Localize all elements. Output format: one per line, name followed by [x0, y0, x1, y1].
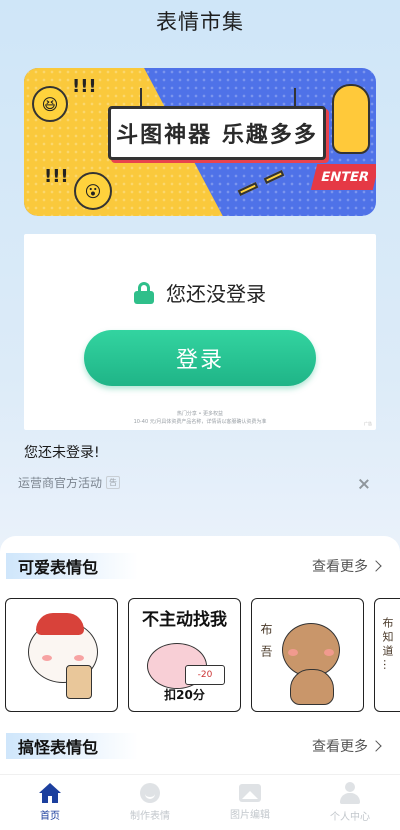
image-icon [239, 784, 261, 802]
operator-activity-link[interactable]: 运营商官方活动 告 [18, 474, 121, 491]
login-prompt: 您还没登录 [166, 282, 266, 306]
tab-make-sticker[interactable]: 制作表情 [100, 775, 200, 830]
exclaim-top: !!! [72, 76, 97, 97]
banner-sign: 斗图神器 乐趣多多 [108, 106, 326, 160]
pointing-hand-icon [332, 84, 370, 154]
sticker-caption-top: 不主动找我 [142, 610, 227, 630]
laughing-emoji-icon: 😆 [32, 86, 68, 122]
sticker-card[interactable]: 布知道… [374, 598, 400, 712]
tab-home[interactable]: 首页 [0, 775, 100, 830]
chevron-right-icon [370, 740, 382, 752]
view-more-label: 查看更多 [312, 559, 368, 575]
login-prompt-row: 您还没登录 [24, 278, 376, 307]
tab-label: 首页 [40, 811, 60, 822]
ad-corner-label: 广告 [364, 421, 372, 426]
not-logged-in-text: 您还未登录! [24, 445, 100, 461]
section-title-wrap: 搞怪表情包 [6, 733, 139, 759]
fine-print: 热门分享 • 更多权益 10-40 元/月具体资费产品名称，详情请以客服确认资费… [24, 410, 376, 426]
tab-label: 图片编辑 [230, 810, 270, 821]
sticker-side-text: 布 吾 [259, 623, 273, 660]
ad-tag: 告 [106, 476, 121, 489]
tab-label: 个人中心 [330, 812, 370, 823]
sign-string-left [140, 88, 142, 108]
login-button[interactable]: 登录 [84, 330, 316, 386]
sticker-card[interactable]: 不主动找我 -20 扣20分 [128, 598, 241, 712]
sign-string-right [294, 88, 296, 108]
close-icon[interactable] [358, 478, 370, 490]
enter-key: ENTER [310, 164, 376, 190]
tab-profile[interactable]: 个人中心 [300, 775, 400, 830]
fine-print-line1: 热门分享 • 更多权益 [176, 411, 224, 417]
promo-banner[interactable]: 斗图神器 乐趣多多 😆 😮 !!! !!! ENTER [24, 68, 376, 216]
tab-label: 制作表情 [130, 811, 170, 822]
section-title: 可爱表情包 [18, 558, 99, 577]
view-more-cute[interactable]: 查看更多 [312, 556, 382, 576]
section-header-cute: 可爱表情包 查看更多 [0, 553, 400, 579]
smile-icon [140, 783, 160, 803]
surprised-emoji-icon: 😮 [74, 172, 112, 210]
view-more-funny[interactable]: 查看更多 [312, 736, 382, 756]
sticker-card[interactable] [5, 598, 118, 712]
section-title-wrap: 可爱表情包 [6, 553, 139, 579]
bottom-tab-bar: 首页 制作表情 图片编辑 个人中心 [0, 774, 400, 830]
chevron-right-icon [370, 560, 382, 572]
fine-print-line2: 10-40 元/月具体资费产品名称，详情请以客服确认资费为准 [133, 419, 267, 425]
home-icon [39, 783, 61, 803]
page-title: 表情市集 [156, 10, 244, 34]
lock-icon [134, 281, 154, 304]
tab-image-edit[interactable]: 图片编辑 [200, 775, 300, 830]
sticker-card[interactable]: 布 吾 [251, 598, 364, 712]
sticker-side-text: 布知道… [381, 617, 394, 673]
section-title: 搞怪表情包 [18, 738, 99, 757]
view-more-label: 查看更多 [312, 739, 368, 755]
login-card: 您还没登录 登录 热门分享 • 更多权益 10-40 元/月具体资费产品名称，详… [24, 234, 376, 430]
sticker-caption-bottom: 扣20分 [164, 688, 205, 702]
exclaim-bottom: !!! [44, 166, 69, 187]
sticker-paper: -20 [185, 665, 225, 685]
section-header-funny: 搞怪表情包 查看更多 [0, 733, 400, 759]
operator-activity-label: 运营商官方活动 [18, 476, 103, 490]
user-icon [340, 782, 360, 804]
sticker-row-cute: 不主动找我 -20 扣20分 布 吾 布知道… [5, 598, 400, 714]
